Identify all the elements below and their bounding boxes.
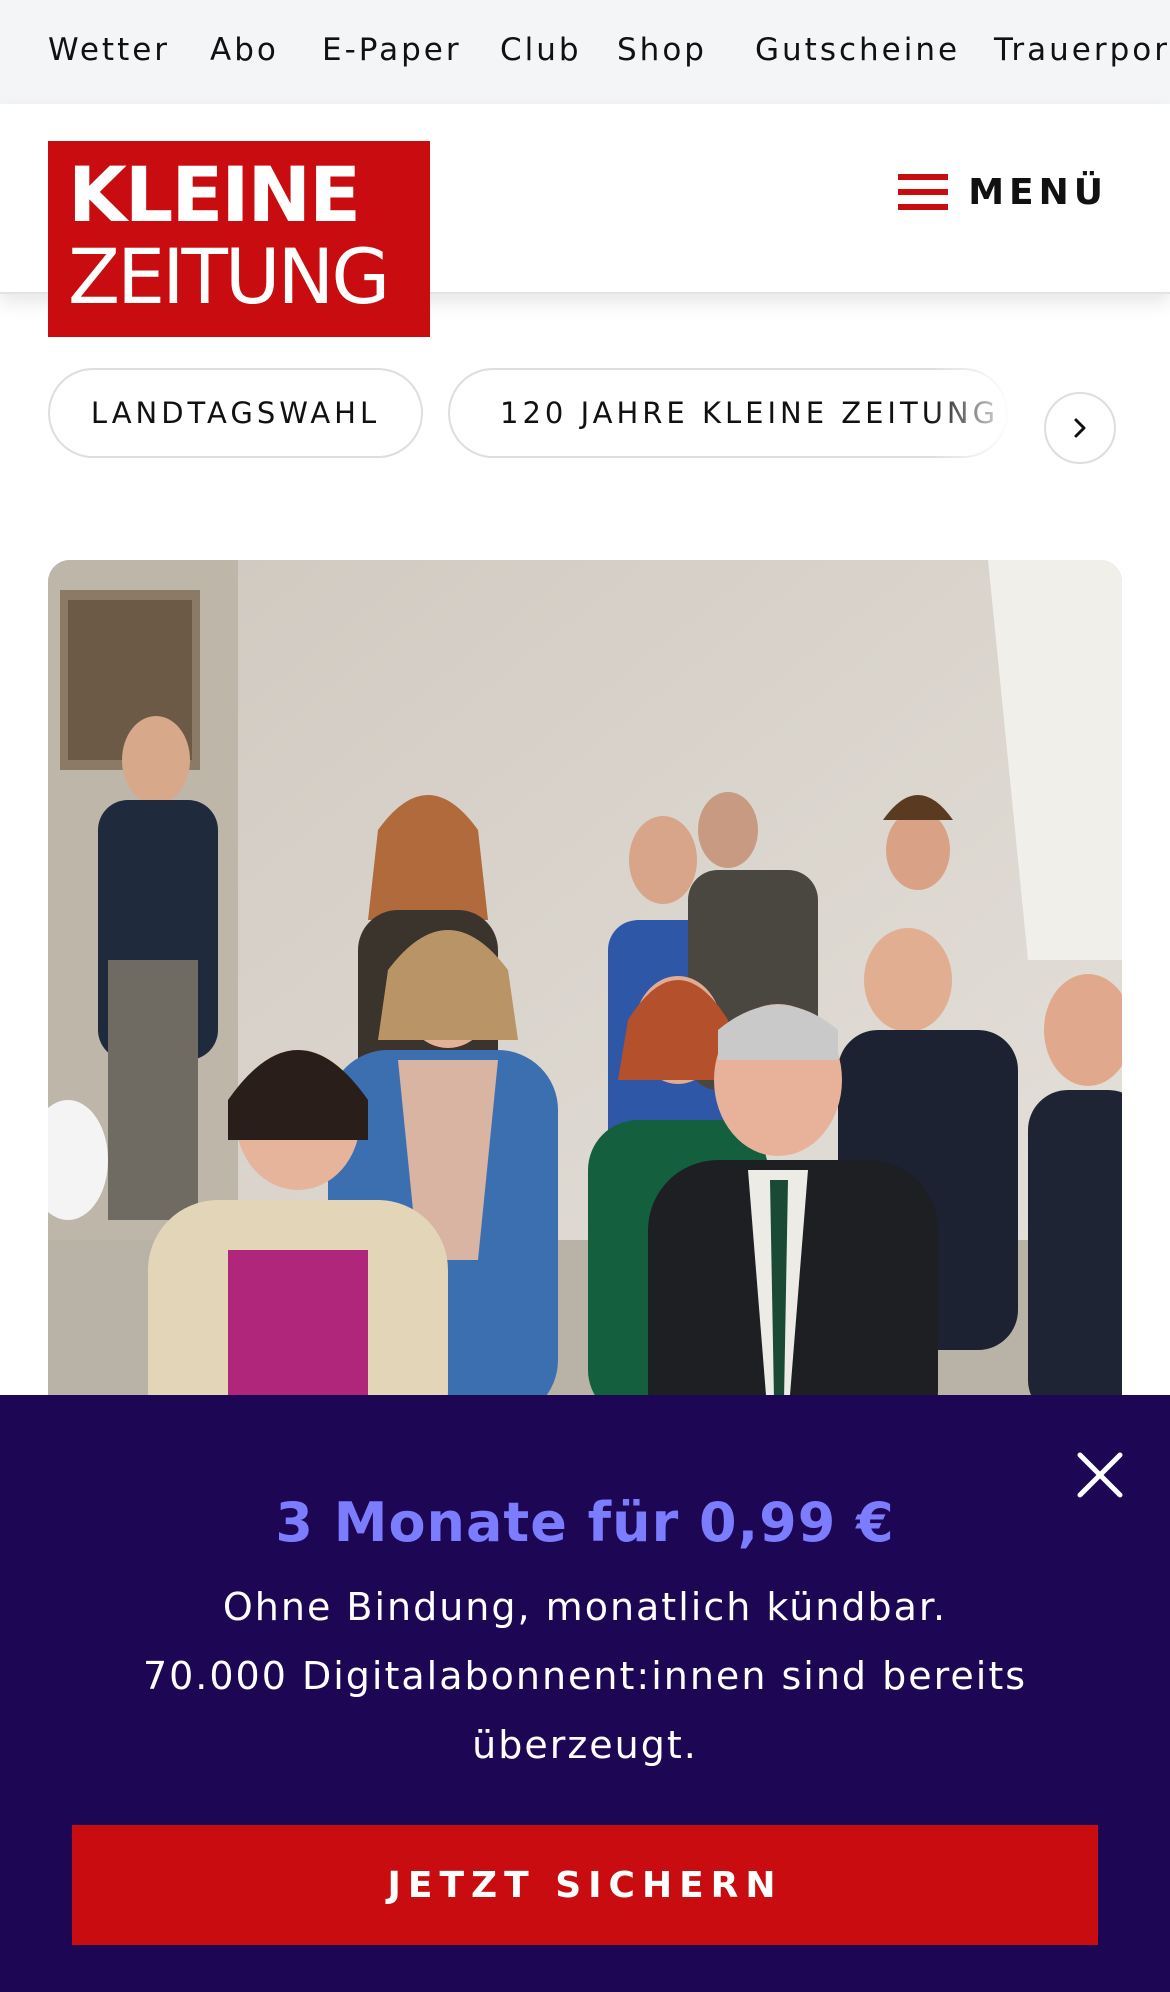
site-logo[interactable]: KLEINE ZEITUNG (48, 141, 430, 337)
nav-link-epaper[interactable]: E-Paper (322, 32, 462, 68)
chevron-right-icon (1074, 418, 1086, 438)
nav-link-gutscheine[interactable]: Gutscheine (755, 32, 960, 68)
chip-120-jahre[interactable]: 120 JAHRE KLEINE ZEITUNG (448, 368, 1008, 458)
menu-button[interactable]: MENÜ (898, 162, 1108, 222)
nav-link-trauerportal[interactable]: Trauerportal (994, 32, 1170, 68)
chips-next-button[interactable] (1044, 392, 1116, 464)
subscription-banner: 3 Monate für 0,99 € Ohne Bindung, monatl… (0, 1395, 1170, 1992)
menu-label: MENÜ (968, 171, 1108, 213)
service-nav: Wetter Abo E-Paper Club Shop Gutscheine … (0, 0, 1170, 104)
chip-fade (930, 362, 1030, 466)
nav-link-club[interactable]: Club (500, 32, 582, 68)
nav-link-shop[interactable]: Shop (617, 32, 707, 68)
nav-link-abo[interactable]: Abo (210, 32, 279, 68)
logo-line-1: KLEINE (68, 150, 361, 239)
subscribe-button[interactable]: JETZT SICHERN (72, 1825, 1098, 1945)
promo-line-1: Ohne Bindung, monatlich kündbar. (222, 1585, 948, 1629)
group-photo (48, 560, 1122, 1420)
promo-headline: 3 Monate für 0,99 € (275, 1491, 895, 1554)
promo-description: Ohne Bindung, monatlich kündbar. 70.000 … (120, 1573, 1050, 1780)
topic-chips: LANDTAGSWAHL 120 JAHRE KLEINE ZEITUNG (0, 362, 1170, 466)
nav-link-wetter[interactable]: Wetter (48, 32, 170, 68)
hamburger-icon (898, 174, 948, 210)
promo-line-2: 70.000 Digitalabonnent:innen sind bereit… (142, 1654, 1028, 1767)
logo-line-2: ZEITUNG (68, 232, 390, 321)
chip-landtagswahl[interactable]: LANDTAGSWAHL (48, 368, 423, 458)
article-hero-image[interactable] (48, 560, 1122, 1420)
